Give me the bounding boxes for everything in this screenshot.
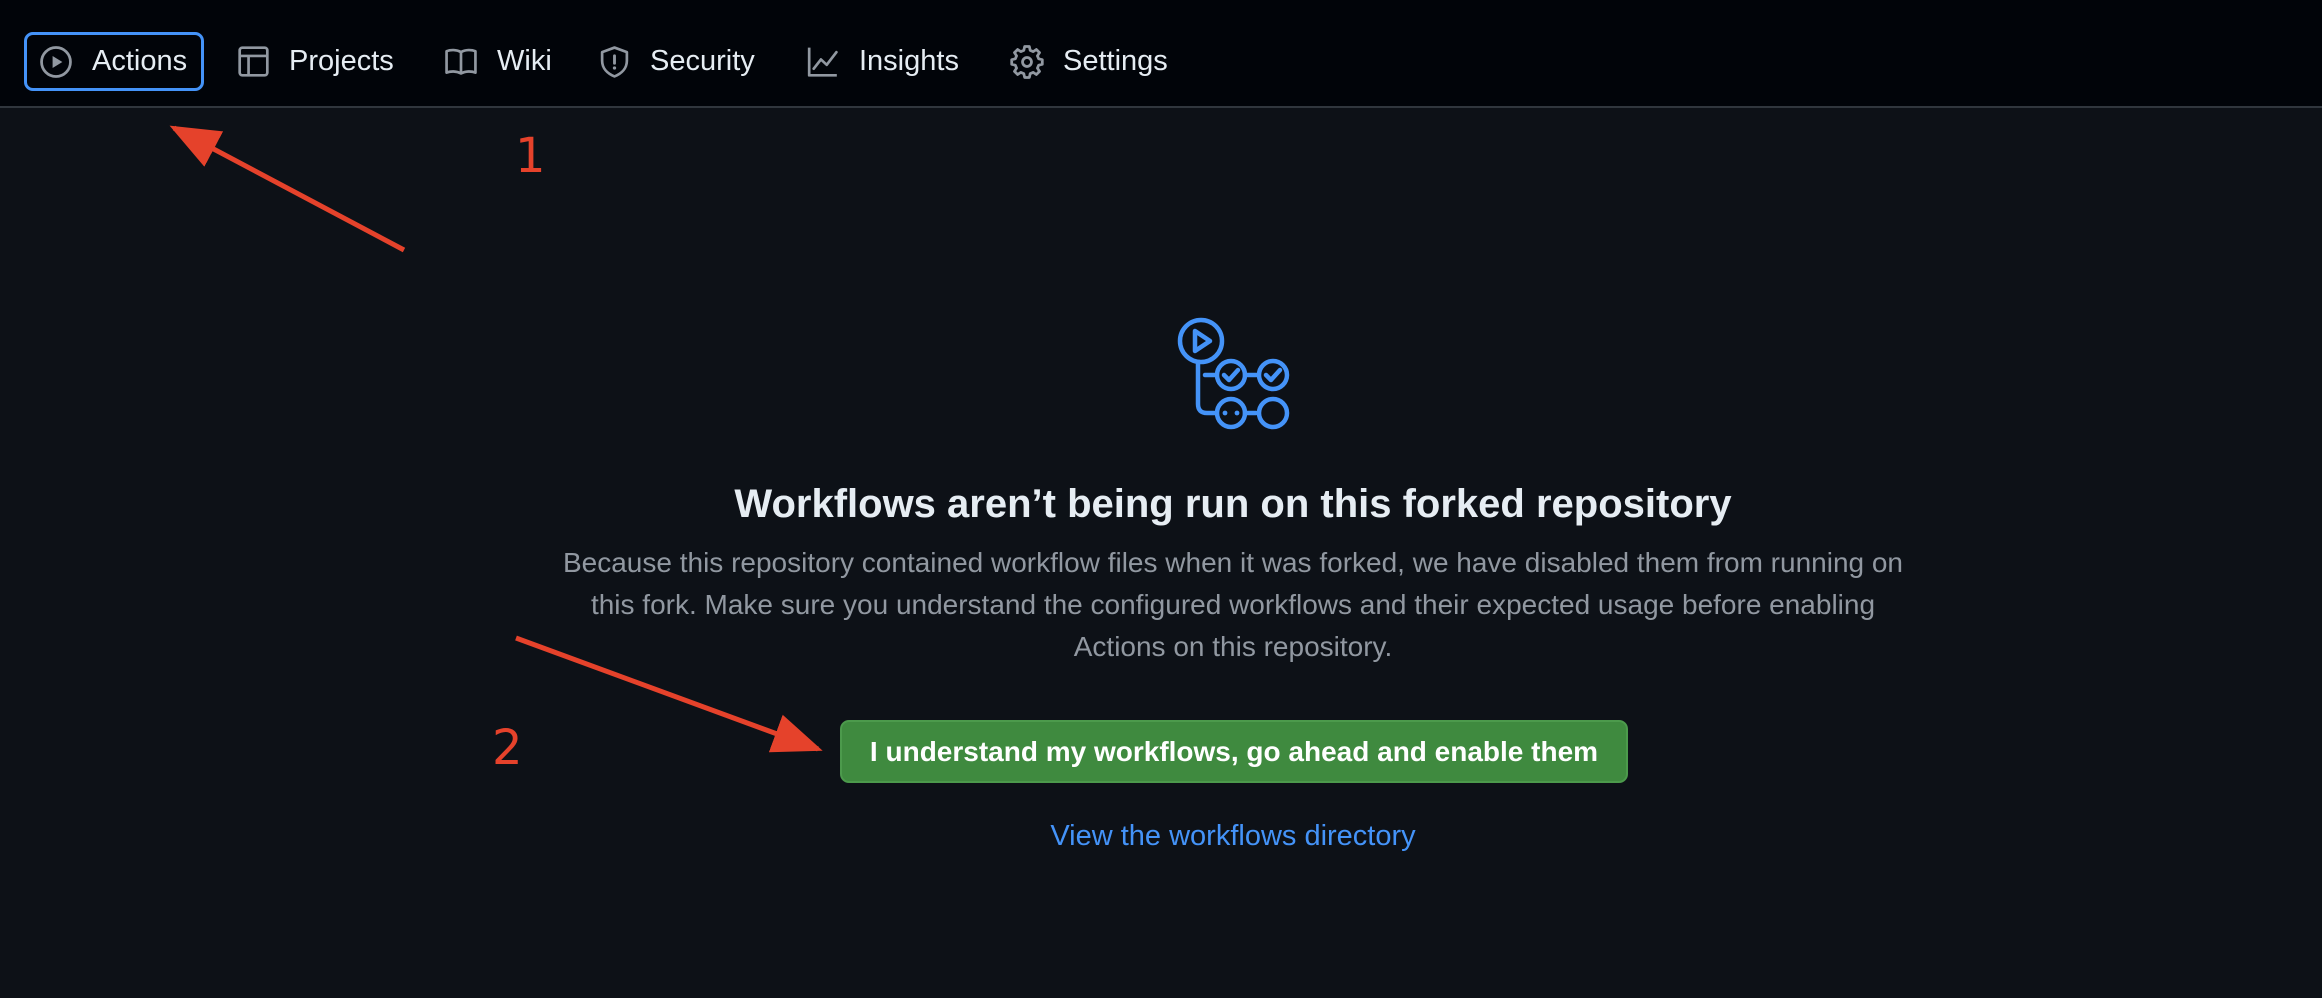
tab-settings[interactable]: Settings xyxy=(1010,32,1168,91)
tab-label: Settings xyxy=(1063,45,1168,77)
repo-nav: Actions Projects Wiki Security Insights xyxy=(0,0,2322,108)
view-workflows-link-text[interactable]: View the workflows directory xyxy=(1050,820,1415,852)
shield-icon xyxy=(598,45,631,79)
actions-page: Actions Projects Wiki Security Insights xyxy=(0,0,2322,998)
play-icon xyxy=(39,45,73,79)
view-workflows-link: View the workflows directory xyxy=(0,816,2322,856)
tab-wiki[interactable]: Wiki xyxy=(444,32,552,91)
workflow-icon xyxy=(1172,316,1298,439)
tab-label: Wiki xyxy=(497,45,552,77)
tab-label: Projects xyxy=(289,45,394,77)
gear-icon xyxy=(1010,44,1044,79)
annotation-arrow-1 xyxy=(169,125,406,253)
graph-icon xyxy=(806,45,840,78)
tab-label: Insights xyxy=(859,45,959,77)
book-icon xyxy=(444,45,478,78)
table-icon xyxy=(237,45,270,78)
blankslate-description: Because this repository contained workfl… xyxy=(562,547,1904,662)
blankslate-heading: Workflows aren’t being run on this forke… xyxy=(734,482,1732,526)
annotation-step-1: 1 xyxy=(515,128,546,184)
tab-actions[interactable]: Actions xyxy=(24,32,205,91)
annotation-step-2: 2 xyxy=(492,720,523,776)
tab-label: Actions xyxy=(92,45,188,77)
tab-insights[interactable]: Insights xyxy=(806,32,959,91)
tab-label: Security xyxy=(650,45,755,77)
tab-security[interactable]: Security xyxy=(598,32,755,91)
tab-projects[interactable]: Projects xyxy=(237,32,394,91)
enable-workflows-button[interactable]: I understand my workflows, go ahead and … xyxy=(840,720,1628,783)
